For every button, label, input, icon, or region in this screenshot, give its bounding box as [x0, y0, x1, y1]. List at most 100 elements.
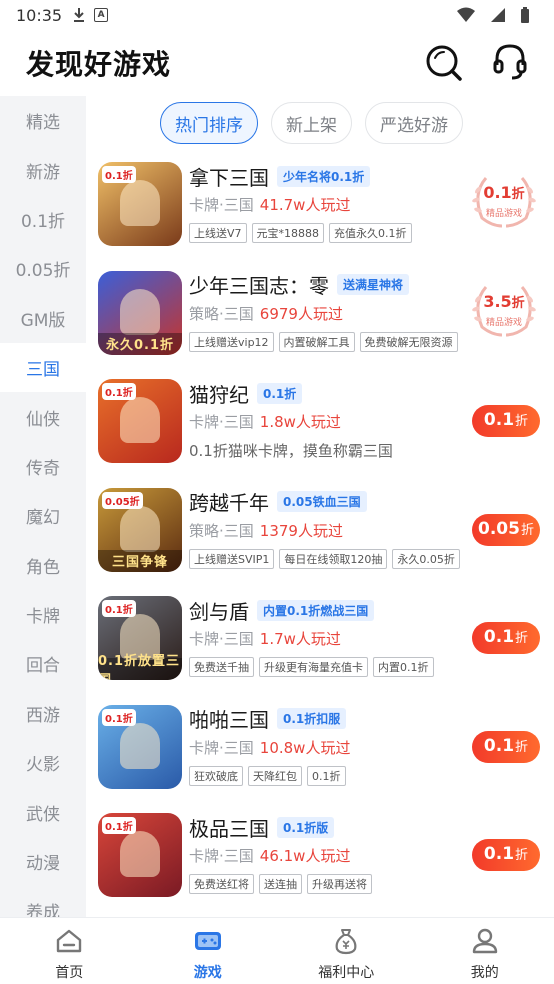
feature-tag: 永久0.05折: [392, 548, 460, 569]
game-meta: 卡牌·三国 1.8w人玩过: [189, 411, 469, 432]
game-list-item[interactable]: 永久0.1折 少年三国志：零 送满星神将 策略·三国 6979人玩过 上线赠送vip12 内…: [86, 261, 554, 370]
game-name[interactable]: 剑与盾: [189, 596, 249, 625]
feature-tag: 免费送红将: [189, 874, 254, 894]
sidebar-item[interactable]: 西游: [0, 689, 86, 738]
game-title-row: 剑与盾 内置0.1折燃战三国: [189, 596, 469, 624]
sidebar-item[interactable]: 仙侠: [0, 392, 86, 441]
nav-item-2[interactable]: 福利中心: [277, 918, 416, 984]
sidebar-item[interactable]: 动漫: [0, 837, 86, 886]
game-art: [120, 505, 160, 552]
game-info: 啪啪三国 0.1折扣服 卡牌·三国 10.8w人玩过 狂欢破底 天降红包 0.1折: [189, 705, 469, 786]
feature-tag: 0.1折: [307, 765, 346, 786]
sidebar-item[interactable]: 三国: [0, 342, 86, 393]
tab-sort-1[interactable]: 新上架: [271, 102, 352, 144]
sidebar-item[interactable]: GM版: [0, 294, 86, 343]
game-genre: 卡牌·三国: [189, 196, 254, 214]
game-meta: 策略·三国 1379人玩过: [189, 520, 469, 541]
game-name[interactable]: 跨越千年: [189, 487, 269, 516]
icon-banner-text: 永久0.1折: [98, 332, 182, 355]
game-icon[interactable]: 0.05折 三国争锋: [98, 487, 182, 572]
signal-icon: [490, 7, 506, 23]
game-players: 1.7w人玩过: [259, 630, 341, 648]
sidebar-item[interactable]: 卡牌: [0, 590, 86, 639]
game-description: 0.1折猫咪卡牌，摸鱼称霸三国: [189, 442, 393, 460]
game-name[interactable]: 极品三国: [189, 813, 269, 842]
game-icon[interactable]: 0.1折: [98, 704, 182, 789]
money-bag-icon: [331, 926, 361, 960]
game-promo-tag: 少年名将0.1折: [277, 165, 371, 187]
sidebar-item[interactable]: 魔幻: [0, 491, 86, 540]
game-list-item[interactable]: 0.1折 啪啪三国 0.1折扣服 卡牌·三国 10.8w人玩过 狂欢破底 天降红包 0.1折 0…: [86, 695, 554, 804]
feature-tag: 元宝*18888: [251, 223, 325, 243]
feature-tag: 上线送V7: [189, 223, 247, 243]
game-name[interactable]: 少年三国志：零: [189, 270, 329, 299]
game-meta: 卡牌·三国 10.8w人玩过: [189, 737, 469, 758]
discount-button[interactable]: 0.05 折: [472, 513, 540, 546]
tab-sort-0[interactable]: 热门排序: [160, 102, 258, 144]
game-list-item[interactable]: 0.1折 猫狩纪 0.1折 卡牌·三国 1.8w人玩过 0.1折猫咪卡牌，摸鱼称霸三国 0.…: [86, 369, 554, 478]
icon-discount-badge: 0.1折: [102, 817, 136, 834]
discount-value: 0.1: [483, 735, 515, 756]
discount-laurel-badge[interactable]: 3.5折 精品游戏: [468, 281, 540, 339]
sidebar-item[interactable]: 0.05折: [0, 244, 86, 293]
nav-label: 福利中心: [318, 965, 375, 981]
game-icon[interactable]: 0.1折: [98, 813, 182, 897]
page-title: 发现好游戏: [26, 48, 172, 81]
game-players: 10.8w人玩过: [259, 738, 351, 757]
discount-unit: 折: [511, 187, 525, 202]
game-features: 上线赠送SVIP1 每日在线领取120抽 永久0.05折: [189, 548, 469, 569]
status-bar: 10:35 A: [0, 0, 554, 30]
search-icon[interactable]: [424, 43, 464, 83]
nav-label: 首页: [55, 965, 84, 981]
customer-service-icon[interactable]: [490, 43, 530, 83]
icon-banner-text: 0.1折放置三国: [98, 654, 182, 680]
feature-tag: 内置破解工具: [278, 331, 355, 352]
game-genre: 卡牌·三国: [189, 847, 254, 865]
game-art: [120, 722, 160, 769]
page-header: 发现好游戏: [0, 30, 554, 96]
sidebar-item[interactable]: 养成: [0, 886, 86, 918]
game-list-item[interactable]: 0.1折 极品三国 0.1折版 卡牌·三国 46.1w人玩过 免费送红将 送连抽 升级再送将 0…: [86, 803, 554, 912]
icon-discount-badge: 0.1折: [102, 383, 136, 400]
game-info: 猫狩纪 0.1折卡牌·三国 1.8w人玩过 0.1折猫咪卡牌，摸鱼称霸三国: [189, 379, 469, 461]
discount-button[interactable]: 0.1 折: [472, 730, 540, 763]
discount-button[interactable]: 0.1 折: [472, 405, 540, 437]
game-name[interactable]: 啪啪三国: [189, 704, 269, 733]
sidebar-item[interactable]: 回合: [0, 639, 86, 688]
game-icon[interactable]: 永久0.1折: [98, 270, 182, 355]
nav-item-1[interactable]: 游戏: [139, 918, 278, 984]
sidebar-item[interactable]: 火影: [0, 738, 86, 787]
discount-laurel-badge[interactable]: 0.1折 精品游戏: [468, 172, 540, 230]
game-icon[interactable]: 0.1折 0.1折放置三国: [98, 596, 182, 680]
nav-item-3[interactable]: 我的: [416, 918, 554, 984]
wifi-icon: [456, 7, 476, 23]
sidebar-item[interactable]: 角色: [0, 541, 86, 590]
game-promo-tag: 0.1折扣服: [277, 708, 347, 729]
discount-subtitle: 精品游戏: [485, 209, 522, 219]
tab-sort-2[interactable]: 严选好游: [365, 102, 463, 144]
feature-tag: 升级再送将: [307, 874, 372, 894]
game-promo-tag: 0.1折版: [277, 816, 335, 838]
game-title-row: 猫狩纪 0.1折: [189, 379, 469, 407]
game-icon[interactable]: 0.1折: [98, 379, 182, 463]
sidebar-item[interactable]: 武侠: [0, 787, 86, 836]
game-icon[interactable]: 0.1折: [98, 162, 182, 246]
game-features: 上线赠送vip12 内置破解工具 免费破解无限资源: [189, 331, 469, 352]
discount-button[interactable]: 0.1 折: [472, 839, 540, 871]
game-list-item[interactable]: 0.1折 0.1折放置三国 剑与盾内置0.1折燃战三国卡牌·三国 1.7w人玩过免费送…: [86, 586, 554, 695]
sidebar-item[interactable]: 新游: [0, 145, 86, 194]
nav-item-0[interactable]: 首页: [0, 918, 139, 984]
sidebar-item[interactable]: 传奇: [0, 442, 86, 491]
game-list-item[interactable]: 0.1折 拿下三国 少年名将0.1折 卡牌·三国 41.7w人玩过 上线送V7 元宝*188…: [86, 152, 554, 261]
game-list: 0.1折 拿下三国 少年名将0.1折 卡牌·三国 41.7w人玩过 上线送V7 元宝*188…: [86, 152, 554, 912]
game-name[interactable]: 拿下三国: [189, 162, 269, 191]
game-list-item[interactable]: 0.05折 三国争锋 跨越千年 0.05铁血三国 策略·三国 1379人玩过 上线赠送SVI…: [86, 478, 554, 587]
game-name[interactable]: 猫狩纪: [189, 379, 249, 408]
game-art: [120, 288, 160, 335]
icon-discount-badge: 0.1折: [102, 166, 136, 183]
sidebar-item[interactable]: 0.1折: [0, 195, 86, 244]
discount-button[interactable]: 0.1 折: [472, 622, 540, 654]
discount-subtitle: 精品游戏: [485, 317, 522, 328]
feature-tag: 免费破解无限资源: [359, 331, 458, 352]
sidebar-item[interactable]: 精选: [0, 96, 86, 145]
